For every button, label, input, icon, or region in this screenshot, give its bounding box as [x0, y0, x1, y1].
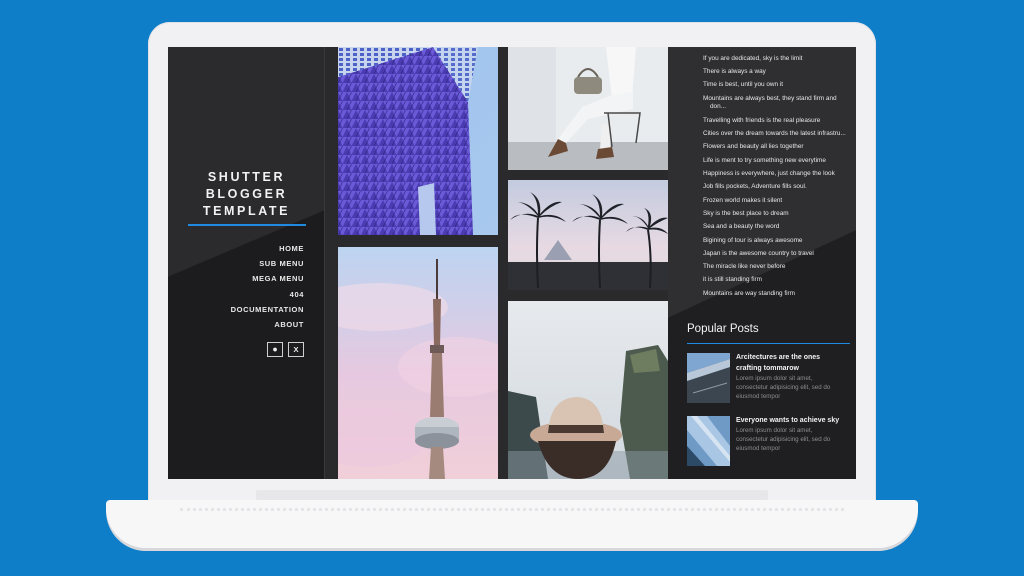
link-item[interactable]: If you are dedicated, sky is the limit: [703, 55, 853, 63]
laptop-keyboard-edge: [180, 508, 844, 512]
laptop-hinge: [256, 490, 768, 500]
link-item[interactable]: Time is best, until you own it: [703, 81, 853, 89]
grid-gutter: [338, 235, 498, 247]
photo-palms[interactable]: [508, 180, 668, 290]
post-title-line: Everyone wants to achieve sky: [736, 417, 840, 424]
popular-post-item[interactable]: Everyone wants to achieve sky Lorem ipsu…: [687, 416, 852, 468]
popular-post-item[interactable]: Arcitectures are the ones crafting tomma…: [687, 353, 852, 405]
post-thumbnail[interactable]: [687, 416, 730, 466]
popular-posts-underline: [687, 343, 850, 344]
blog-screen: SHUTTER BLOGGER TEMPLATE HOME SUB MENU M…: [168, 47, 856, 479]
post-thumbnail[interactable]: [687, 353, 730, 403]
photo-tower[interactable]: [338, 247, 498, 479]
facebook-icon[interactable]: ⏺: [267, 342, 283, 357]
grid-gutter: [325, 47, 338, 479]
blog-logo[interactable]: SHUTTER BLOGGER TEMPLATE: [168, 169, 325, 220]
link-item[interactable]: Sky is the best place to dream: [703, 210, 853, 218]
post-excerpt: Lorem ipsum dolor sit amet, consectetur …: [736, 375, 848, 401]
link-item[interactable]: Life is ment to try something new everyt…: [703, 157, 853, 165]
post-excerpt-line: Lorem ipsum dolor sit amet,: [736, 375, 813, 382]
link-item[interactable]: Sea and a beauty the word: [703, 223, 853, 231]
post-excerpt: Lorem ipsum dolor sit amet, consectetur …: [736, 427, 848, 453]
post-excerpt-line: consectetur adipisicing elit, sed do: [736, 383, 831, 391]
menu-item-about[interactable]: ABOUT: [231, 317, 304, 332]
popular-posts-heading: Popular Posts: [687, 323, 759, 335]
link-item[interactable]: Job fills pockets, Adventure fills soul.: [703, 183, 853, 191]
main-menu: HOME SUB MENU MEGA MENU 404 DOCUMENTATIO…: [231, 241, 304, 332]
photo-hat[interactable]: [508, 301, 668, 479]
sidebar: SHUTTER BLOGGER TEMPLATE HOME SUB MENU M…: [168, 47, 325, 479]
x-twitter-icon[interactable]: X: [288, 342, 304, 357]
menu-item-mega-menu[interactable]: MEGA MENU: [231, 271, 304, 286]
grid-gutter: [508, 290, 668, 301]
link-item[interactable]: Mountains are always best, they stand fi…: [703, 95, 853, 103]
menu-item-404[interactable]: 404: [231, 287, 304, 302]
link-item[interactable]: Flowers and beauty all lies together: [703, 143, 853, 151]
logo-line-2: BLOGGER: [205, 187, 288, 201]
photo-fashion[interactable]: [508, 47, 668, 170]
link-item[interactable]: Cities over the dream towards the latest…: [703, 130, 853, 138]
right-sidebar: If you are dedicated, sky is the limit T…: [668, 47, 856, 479]
link-item[interactable]: Mountains are way standing firm: [703, 290, 853, 298]
social-links: ⏺ X: [267, 342, 304, 357]
link-item[interactable]: Frozen world makes it silent: [703, 197, 853, 205]
link-item[interactable]: Japan is the awesome country to travel: [703, 250, 853, 258]
link-item[interactable]: Bigining of tour is always awesome: [703, 237, 853, 245]
link-item-continuation[interactable]: don...: [710, 103, 856, 111]
link-item[interactable]: There is always a way: [703, 68, 853, 76]
post-excerpt-line: consectetur adipisicing elit, sed do: [736, 435, 831, 443]
logo-underline: [188, 224, 306, 226]
photo-building[interactable]: [338, 47, 498, 235]
post-excerpt-line: eiusmod tempor: [736, 444, 781, 452]
post-title[interactable]: Arcitectures are the ones crafting tomma…: [736, 353, 848, 374]
link-item[interactable]: it is still standing firm: [703, 276, 853, 284]
post-title[interactable]: Everyone wants to achieve sky: [736, 416, 848, 427]
link-item[interactable]: The miracle like never before: [703, 263, 853, 271]
menu-item-documentation[interactable]: DOCUMENTATION: [231, 302, 304, 317]
menu-item-sub-menu[interactable]: SUB MENU: [231, 256, 304, 271]
logo-line-3: TEMPLATE: [202, 204, 291, 218]
grid-gutter: [508, 170, 668, 180]
menu-item-home[interactable]: HOME: [231, 241, 304, 256]
link-item[interactable]: Travelling with friends is the real plea…: [703, 117, 853, 125]
post-excerpt-line: Lorem ipsum dolor sit amet,: [736, 427, 813, 434]
post-excerpt-line: eiusmod tempor: [736, 392, 781, 400]
logo-line-1: SHUTTER: [207, 170, 286, 184]
post-title-line: Arcitectures are the ones: [736, 354, 821, 361]
grid-gutter: [498, 47, 508, 479]
post-title-line: crafting tommarow: [736, 364, 800, 372]
link-item[interactable]: Happiness is everywhere, just change the…: [703, 170, 853, 178]
